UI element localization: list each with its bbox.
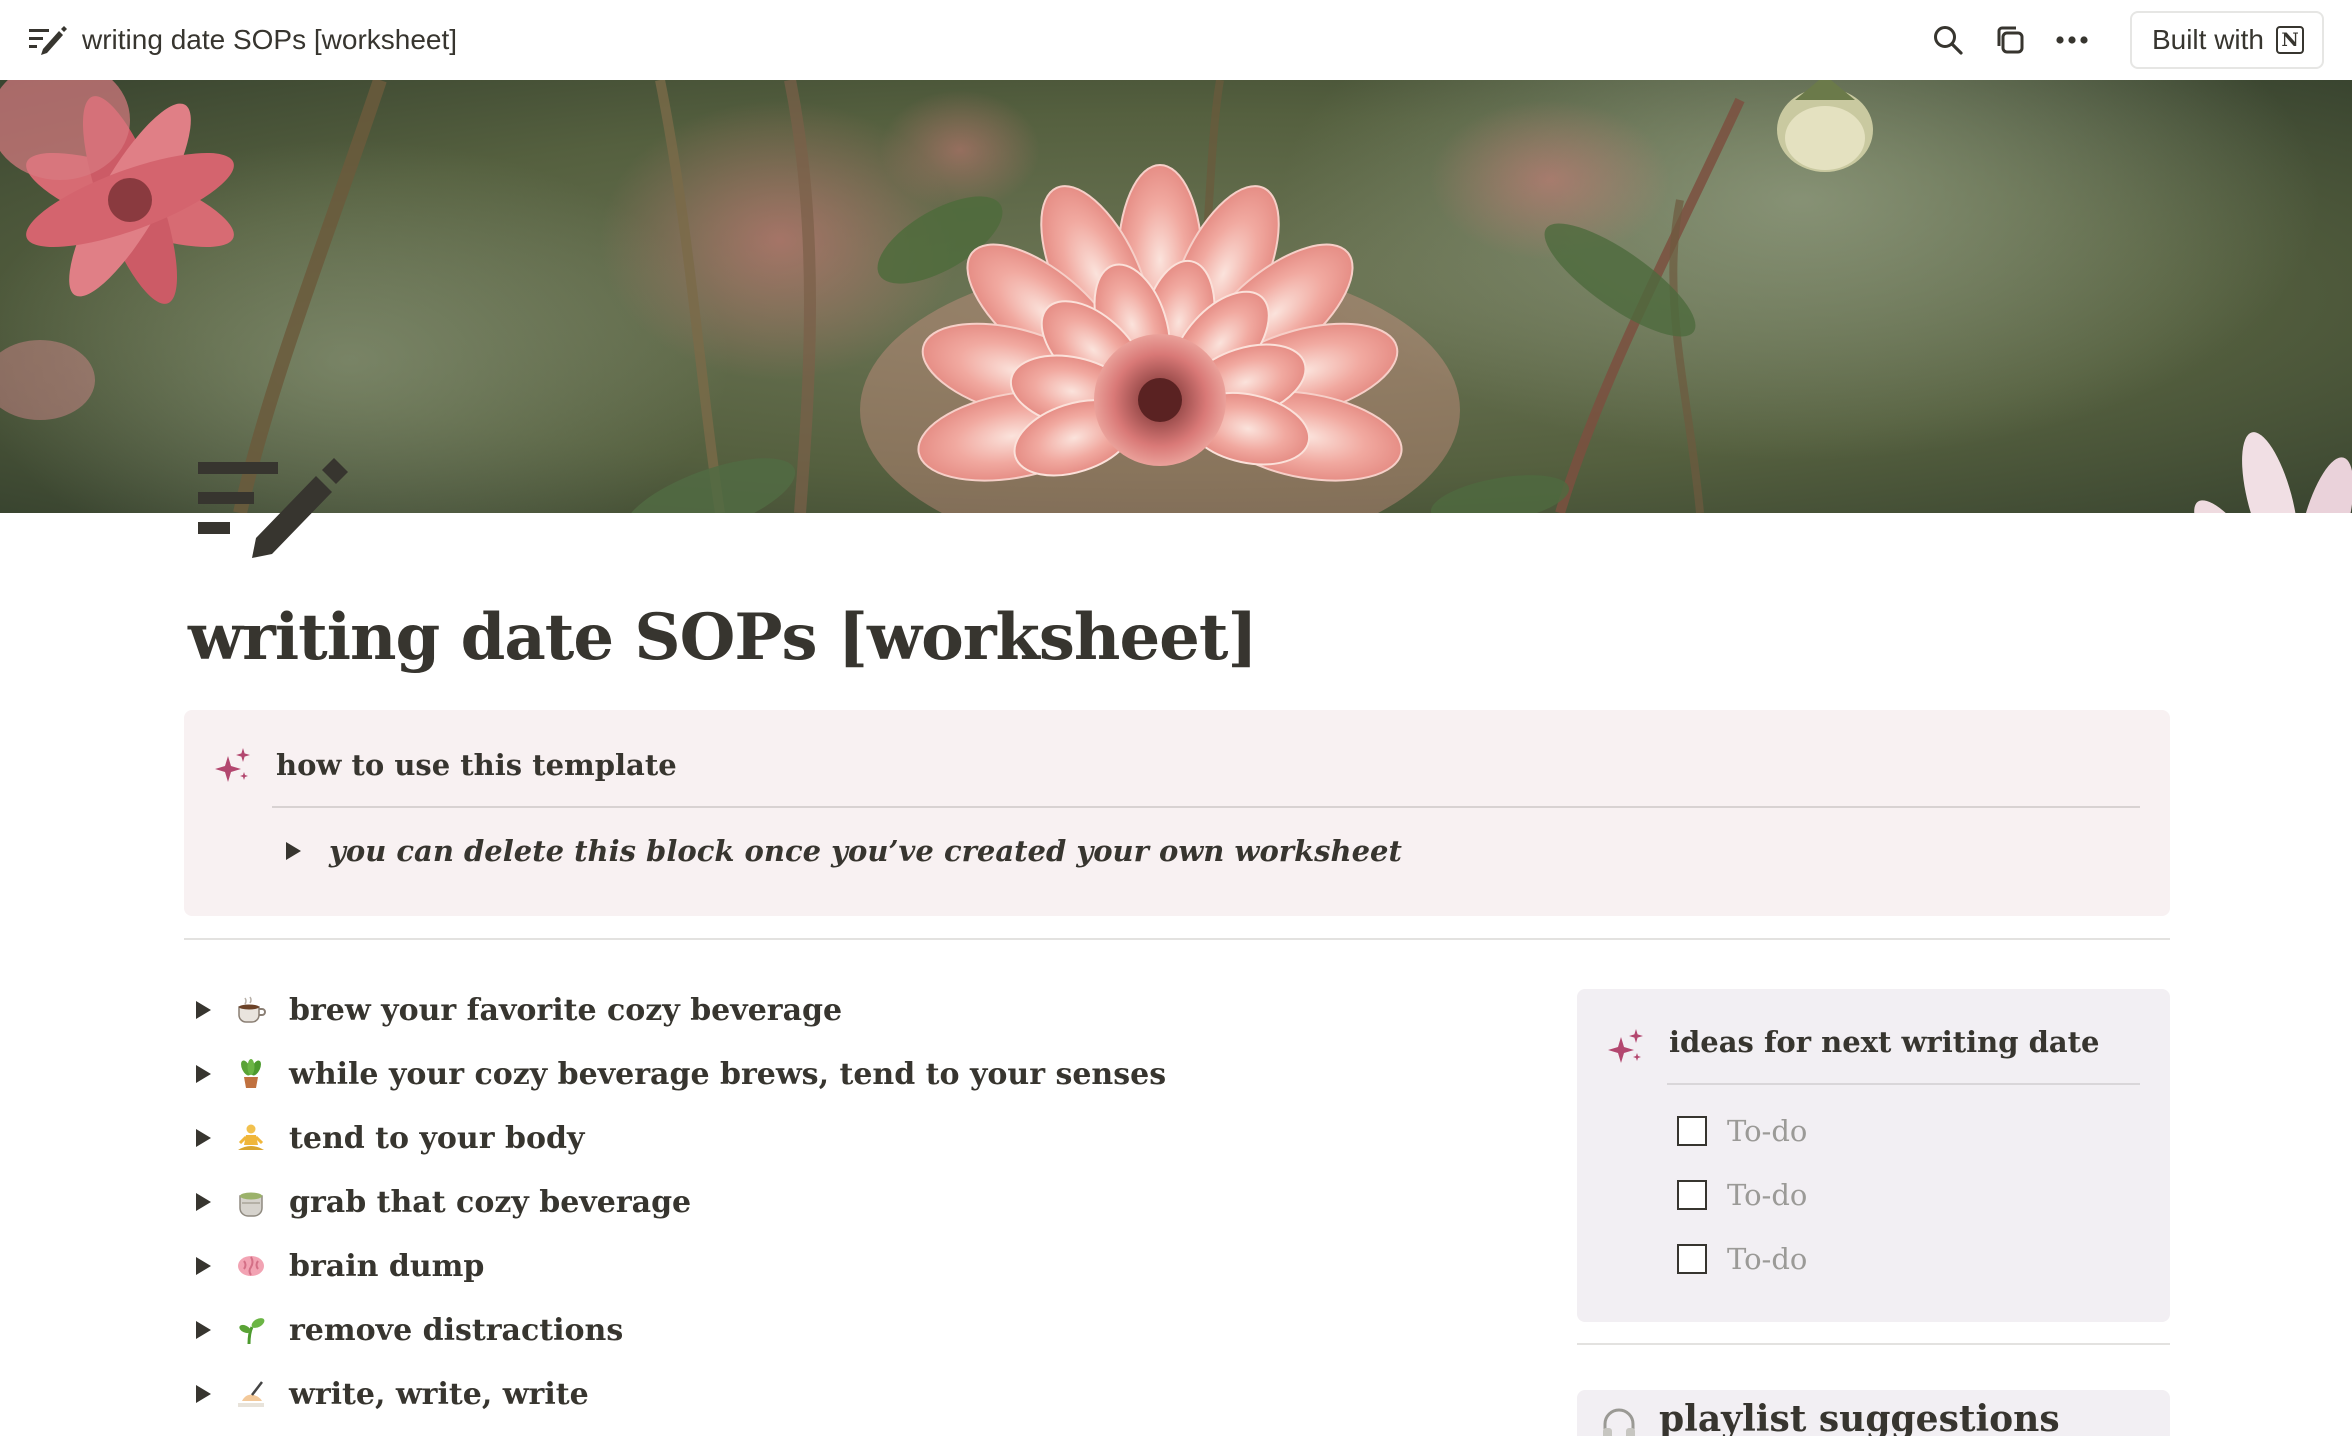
ideas-divider	[1667, 1083, 2140, 1085]
toggle-arrow-icon[interactable]	[196, 1321, 211, 1339]
toggle-arrow-icon[interactable]	[286, 842, 301, 860]
playlist-callout: playlist suggestions	[1577, 1390, 2170, 1436]
brain-icon	[235, 1250, 267, 1282]
potted-plant-icon	[235, 1058, 267, 1090]
topbar-actions: Built with N	[1914, 11, 2324, 69]
toggle-label: grab that cozy beverage	[289, 1184, 692, 1220]
todo-checkbox[interactable]	[1677, 1180, 1707, 1210]
sparkle-icon	[1603, 1025, 1647, 1069]
headphones-icon	[1601, 1404, 1637, 1436]
toggle-item[interactable]: while your cozy beverage brews, tend to …	[196, 1044, 1166, 1104]
breadcrumb-page-title[interactable]: writing date SOPs [worksheet]	[82, 24, 457, 56]
todo-text[interactable]: To-do	[1727, 1242, 1807, 1276]
toggle-item[interactable]: grab that cozy beverage	[196, 1172, 691, 1232]
todo-item[interactable]: To-do	[1677, 1109, 1807, 1153]
cover-image	[0, 80, 2352, 513]
seedling-icon	[235, 1314, 267, 1346]
callout-heading: how to use this template	[276, 748, 677, 782]
toggle-label: brew your favorite cozy beverage	[289, 992, 843, 1028]
toggle-label: remove distractions	[289, 1312, 624, 1348]
todo-text[interactable]: To-do	[1727, 1178, 1807, 1212]
top-bar: writing date SOPs [worksheet] Built with…	[0, 0, 2352, 80]
notion-logo-icon: N	[2276, 26, 2304, 54]
toggle-label: brain dump	[289, 1248, 485, 1284]
callout-divider	[272, 806, 2140, 808]
how-to-callout: how to use this template you can delete …	[184, 710, 2170, 916]
toggle-item[interactable]: remove distractions	[196, 1300, 623, 1360]
toggle-arrow-icon[interactable]	[196, 1065, 211, 1083]
ideas-callout: ideas for next writing date To-do To-do …	[1577, 989, 2170, 1322]
section-divider	[184, 938, 2170, 940]
todo-item[interactable]: To-do	[1677, 1237, 1807, 1281]
writing-icon[interactable]	[196, 458, 350, 558]
duplicate-icon[interactable]	[1982, 12, 2038, 68]
toggle-arrow-icon[interactable]	[196, 1385, 211, 1403]
search-icon[interactable]	[1920, 12, 1976, 68]
toggle-arrow-icon[interactable]	[196, 1257, 211, 1275]
toggle-item[interactable]: write, write, write	[196, 1364, 589, 1424]
page-title: writing date SOPs [worksheet]	[188, 600, 1258, 675]
toggle-item[interactable]: brew your favorite cozy beverage	[196, 980, 842, 1040]
todo-item[interactable]: To-do	[1677, 1173, 1807, 1217]
hot-beverage-icon	[235, 994, 267, 1026]
sparkle-icon	[210, 744, 254, 788]
callout-toggle[interactable]: you can delete this block once you’ve cr…	[286, 834, 1402, 868]
writing-hand-icon	[235, 1378, 267, 1410]
toggle-label: tend to your body	[289, 1120, 585, 1156]
more-icon[interactable]	[2044, 12, 2100, 68]
toggle-label: write, write, write	[289, 1376, 589, 1412]
toggle-label: while your cozy beverage brews, tend to …	[289, 1056, 1167, 1092]
playlist-heading: playlist suggestions	[1659, 1398, 2060, 1436]
toggle-arrow-icon[interactable]	[196, 1001, 211, 1019]
built-with-button[interactable]: Built with N	[2129, 11, 2324, 69]
writing-icon[interactable]	[28, 20, 68, 60]
toggle-arrow-icon[interactable]	[196, 1193, 211, 1211]
todo-checkbox[interactable]	[1677, 1116, 1707, 1146]
todo-text[interactable]: To-do	[1727, 1114, 1807, 1148]
callout-toggle-text: you can delete this block once you’ve cr…	[329, 834, 1402, 868]
sidebar-divider	[1577, 1343, 2170, 1345]
meditation-icon	[235, 1122, 267, 1154]
toggle-arrow-icon[interactable]	[196, 1129, 211, 1147]
built-with-label: Built with	[2151, 24, 2264, 55]
toggle-item[interactable]: tend to your body	[196, 1108, 584, 1168]
ideas-heading: ideas for next writing date	[1669, 1025, 2100, 1059]
todo-checkbox[interactable]	[1677, 1244, 1707, 1274]
toggle-item[interactable]: brain dump	[196, 1236, 484, 1296]
tea-cup-icon	[235, 1186, 267, 1218]
